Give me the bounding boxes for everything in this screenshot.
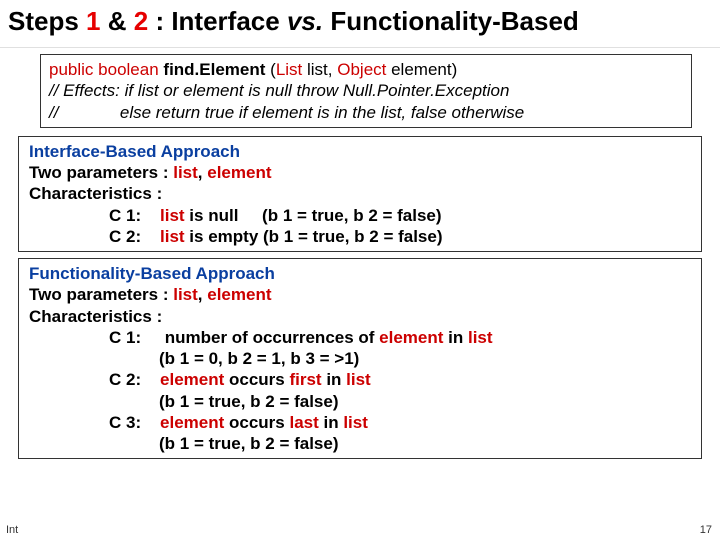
page-number: 17 — [700, 524, 712, 536]
comma: , — [198, 285, 207, 304]
func-c2-vals: (b 1 = true, b 2 = false) — [29, 391, 691, 412]
title-steps-label: Steps — [8, 6, 79, 36]
c2-text: is empty — [185, 227, 263, 246]
comment-cont: // — [49, 103, 120, 122]
func-c1: C 1: number of occurrences of element in… — [29, 327, 691, 348]
title-step2: 2 — [134, 6, 148, 36]
interface-chars-label: Characteristics : — [29, 183, 691, 204]
kw-public: public — [49, 60, 93, 79]
func-params: Two parameters : list, element — [29, 284, 691, 305]
method-signature-box: public boolean find.Element (List list, … — [40, 54, 692, 128]
c3-text: occurs — [224, 413, 289, 432]
type-object: Object — [337, 60, 386, 79]
c3-element: element — [160, 413, 224, 432]
c1-text-a: number of occurrences of — [165, 328, 379, 347]
c1-text-b: in — [443, 328, 468, 347]
c2-label: C 2: — [109, 227, 160, 246]
c1-label: C 1: — [109, 206, 160, 225]
interface-approach-box: Interface-Based Approach Two parameters … — [18, 136, 702, 252]
c1-list: list — [160, 206, 185, 225]
param-element-red: element — [207, 163, 271, 182]
func-c1-vals: (b 1 = 0, b 2 = 1, b 3 = >1) — [29, 348, 691, 369]
c2-first: first — [289, 370, 321, 389]
functionality-approach-box: Functionality-Based Approach Two paramet… — [18, 258, 702, 459]
signature-line-2: // Effects: if list or element is null t… — [49, 80, 683, 101]
effects-text-2: else return true if element is in the li… — [120, 103, 524, 122]
param-list-red: list — [173, 285, 198, 304]
effects-text-1: if list or element is null throw Null.Po… — [120, 81, 510, 100]
c1-element: element — [379, 328, 443, 347]
comma: , — [198, 163, 207, 182]
interface-c2: C 2: list is empty (b 1 = true, b 2 = fa… — [29, 226, 691, 247]
func-c2: C 2: element occurs first in list — [29, 369, 691, 390]
c3-last: last — [289, 413, 318, 432]
title-colon: : — [148, 6, 171, 36]
c1-list: list — [468, 328, 493, 347]
two-params-label: Two parameters : — [29, 163, 173, 182]
c3-list: list — [343, 413, 368, 432]
type-list: List — [276, 60, 302, 79]
two-params-label: Two parameters : — [29, 285, 173, 304]
interface-params: Two parameters : list, element — [29, 162, 691, 183]
kw-boolean: boolean — [98, 60, 159, 79]
func-c3-vals: (b 1 = true, b 2 = false) — [29, 433, 691, 454]
signature-line-1: public boolean find.Element (List list, … — [49, 59, 683, 80]
title-amp: & — [101, 6, 134, 36]
c2-list: list — [346, 370, 371, 389]
param-list: list, — [302, 60, 337, 79]
method-name: find.Element — [163, 60, 265, 79]
param-list-red: list — [173, 163, 198, 182]
c2-element: element — [160, 370, 224, 389]
title-rhs: Functionality-Based — [330, 6, 578, 36]
func-chars-label: Characteristics : — [29, 306, 691, 327]
c3-text2: in — [319, 413, 344, 432]
sig-open: ( — [265, 60, 275, 79]
c3-label: C 3: — [109, 413, 160, 432]
slide-title: Steps 1 & 2 : Interface vs. Functionalit… — [0, 0, 720, 48]
c2-text: occurs — [224, 370, 289, 389]
func-heading: Functionality-Based Approach — [29, 263, 691, 284]
interface-c1: C 1: list is null (b 1 = true, b 2 = fal… — [29, 205, 691, 226]
c2-list: list — [160, 227, 185, 246]
effects-label: // Effects: — [49, 81, 120, 100]
c1-vals: (b 1 = true, b 2 = false) — [262, 206, 442, 225]
c2-vals: (b 1 = true, b 2 = false) — [263, 227, 443, 246]
title-step1: 1 — [86, 6, 100, 36]
param-element-red: element — [207, 285, 271, 304]
signature-line-3: // else return true if element is in the… — [49, 102, 683, 123]
title-lhs: Interface — [171, 6, 279, 36]
interface-heading: Interface-Based Approach — [29, 141, 691, 162]
title-vs: vs. — [287, 6, 323, 36]
c1-text: is null — [185, 206, 262, 225]
c2-text2: in — [322, 370, 347, 389]
param-element: element) — [386, 60, 457, 79]
c2-label: C 2: — [109, 370, 160, 389]
footnote-left: Int — [6, 524, 18, 536]
c1-label: C 1: — [109, 328, 165, 347]
func-c3: C 3: element occurs last in list — [29, 412, 691, 433]
